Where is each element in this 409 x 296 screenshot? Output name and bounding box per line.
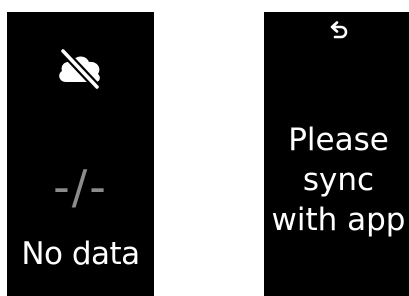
no-data-screen: -/- No data bbox=[7, 12, 154, 296]
no-data-label: No data bbox=[21, 236, 140, 272]
back-arrow-icon[interactable] bbox=[328, 20, 350, 42]
value-placeholder: -/- bbox=[53, 160, 108, 214]
sync-required-screen: Please sync with app bbox=[264, 12, 409, 296]
cloud-off-icon bbox=[56, 44, 104, 92]
sync-message: Please sync with app bbox=[271, 122, 406, 238]
